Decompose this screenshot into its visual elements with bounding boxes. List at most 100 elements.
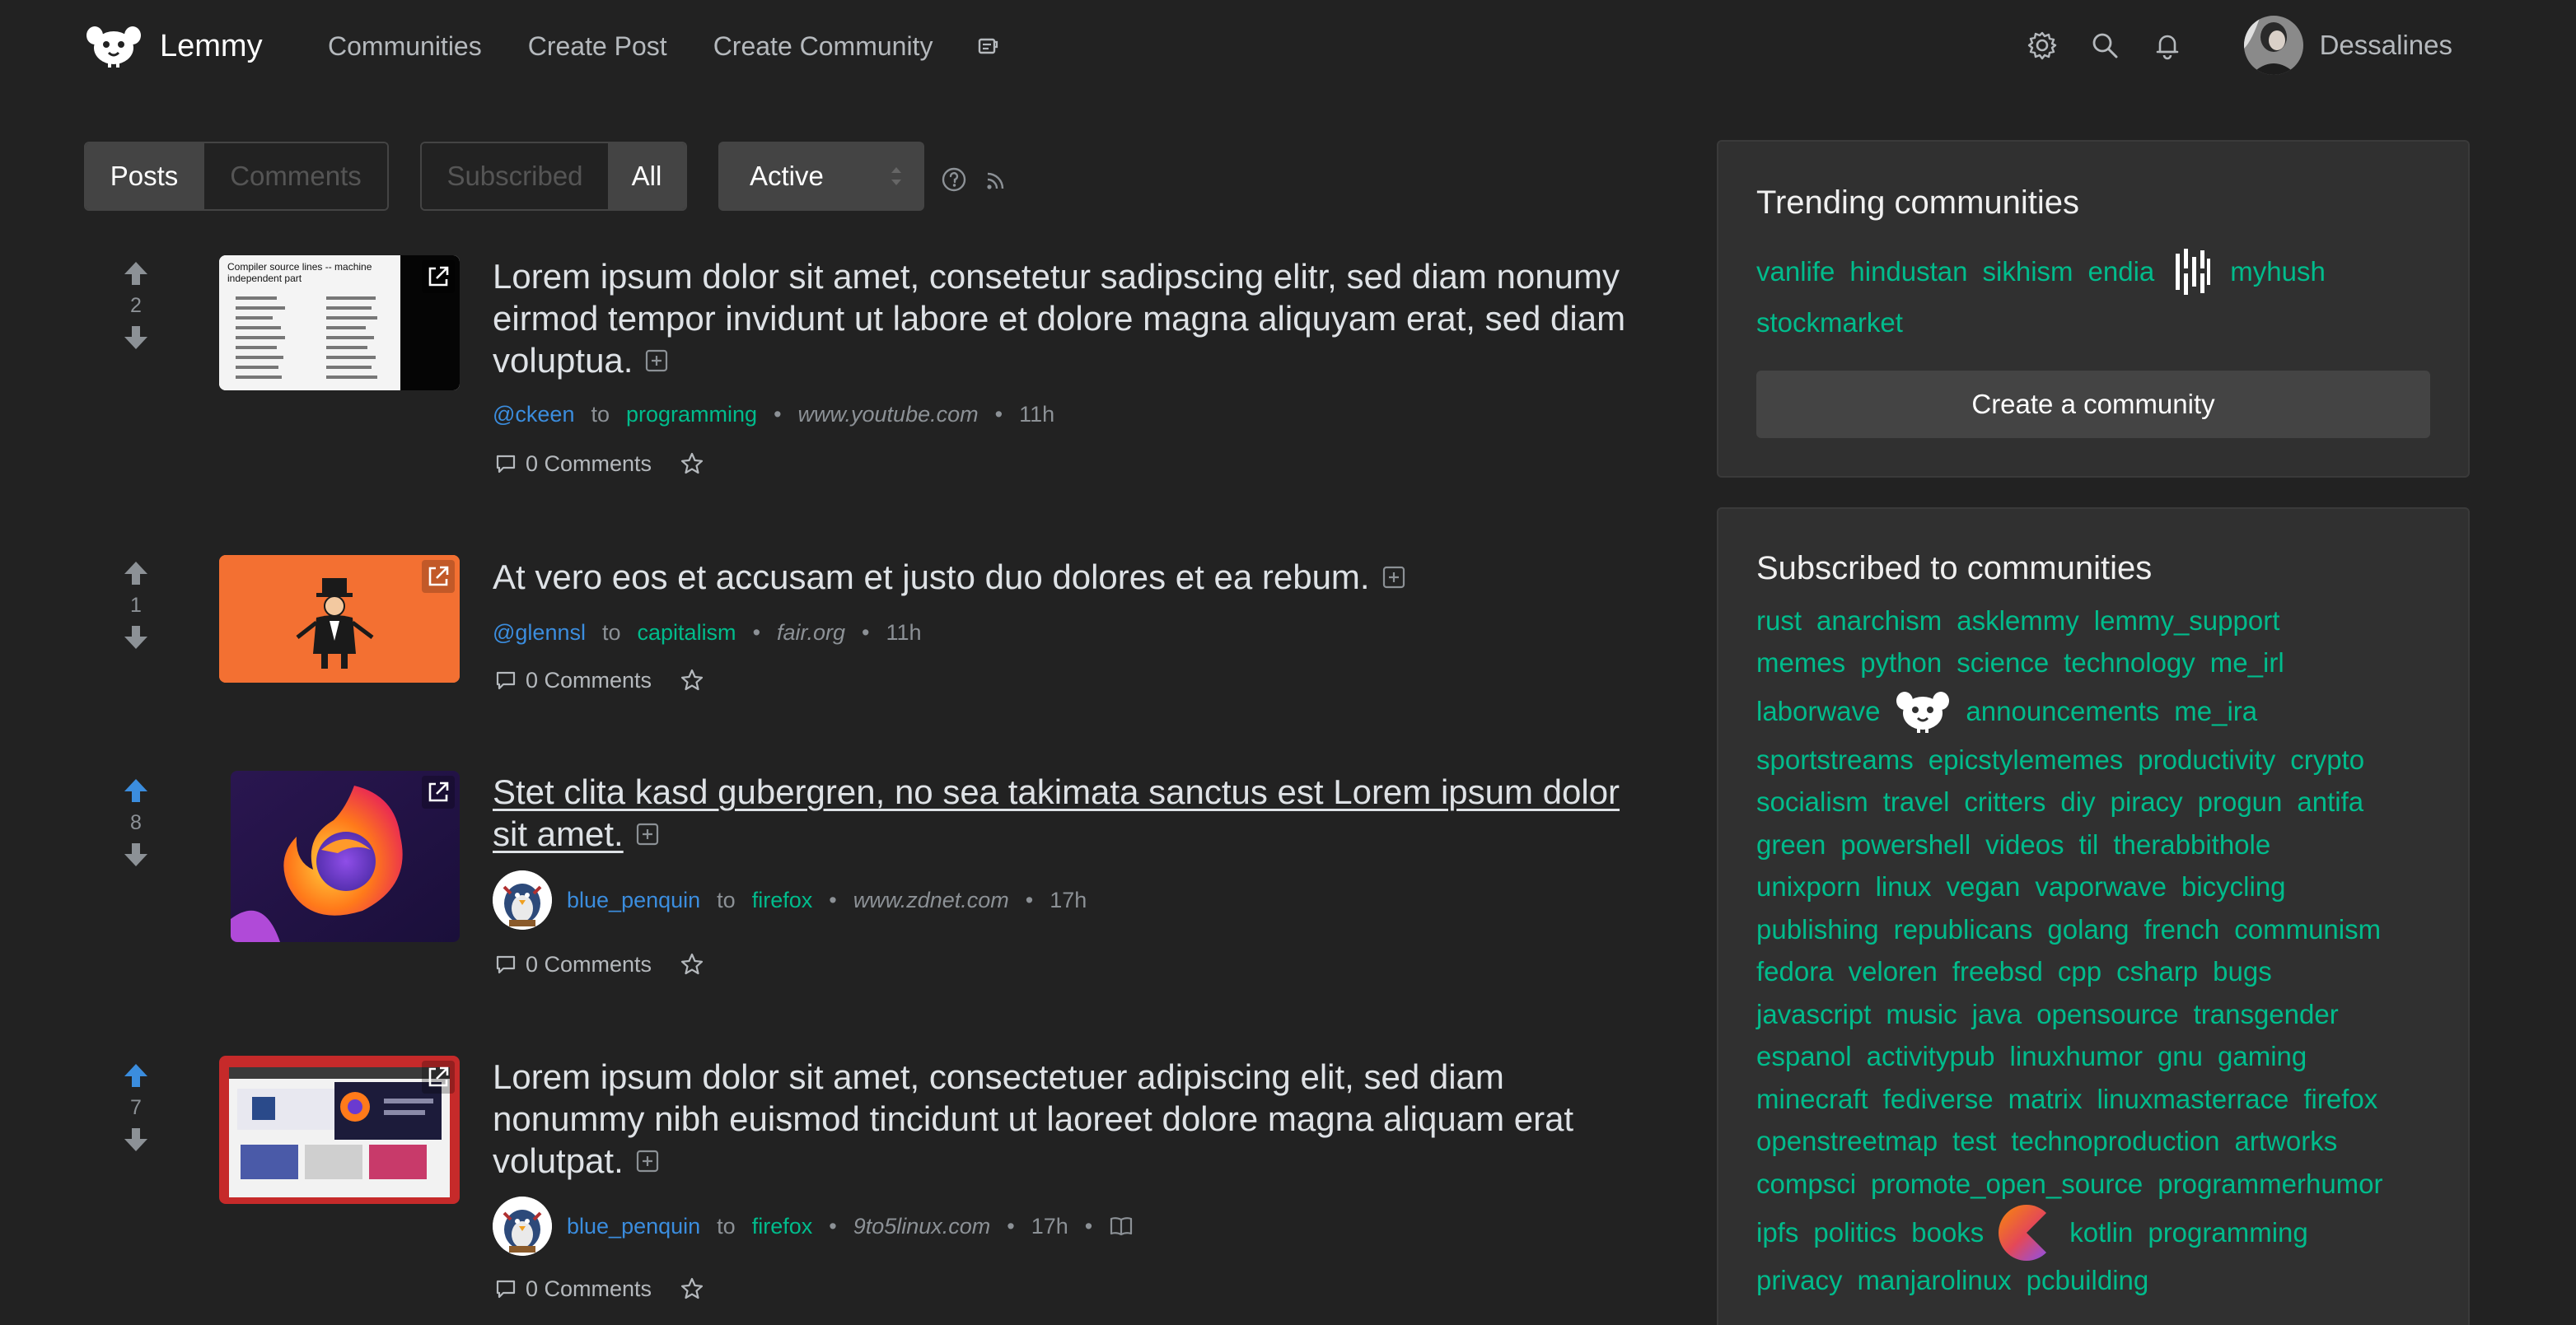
community-link[interactable]: diy (2060, 786, 2095, 818)
post-thumbnail[interactable]: Compiler source lines -- machine indepen… (219, 255, 460, 390)
author-avatar[interactable] (493, 870, 552, 930)
save-star-icon[interactable] (680, 952, 704, 977)
post-domain[interactable]: 9to5linux.com (853, 1214, 991, 1239)
community-link[interactable]: progun (2198, 786, 2283, 818)
post-domain[interactable]: fair.org (777, 620, 845, 646)
notifications-bell-icon[interactable] (2152, 30, 2183, 61)
username[interactable]: Dessalines (2320, 30, 2452, 61)
community-link[interactable]: activitypub (1867, 1041, 1995, 1072)
post-community[interactable]: firefox (752, 888, 813, 913)
sort-help-icon[interactable] (941, 166, 967, 193)
comment-icon[interactable] (494, 953, 517, 976)
community-link[interactable]: transgender (2194, 999, 2339, 1030)
post-community[interactable]: capitalism (638, 620, 736, 646)
community-link[interactable]: kotlin (2069, 1217, 2133, 1248)
post-title[interactable]: Lorem ipsum dolor sit amet, consetetur s… (493, 255, 1662, 381)
community-link[interactable]: compsci (1756, 1169, 1856, 1200)
external-link-icon[interactable] (422, 560, 455, 593)
comments-count-link[interactable]: 0 Comments (526, 1276, 652, 1302)
community-link[interactable]: promote_open_source (1871, 1169, 2143, 1200)
post-author[interactable]: blue_penquin (567, 888, 700, 913)
community-link[interactable]: videos (1985, 829, 2064, 861)
community-link[interactable]: asklemmy (1957, 605, 2079, 637)
community-link[interactable]: communism (2234, 914, 2381, 945)
community-link[interactable]: laborwave (1756, 696, 1880, 727)
save-star-icon[interactable] (680, 1276, 704, 1301)
post-thumbnail[interactable] (231, 771, 460, 942)
upvote-arrow-icon[interactable] (119, 557, 152, 590)
community-link[interactable]: privacy (1756, 1265, 1843, 1296)
post-author[interactable]: blue_penquin (567, 1214, 700, 1239)
save-star-icon[interactable] (680, 668, 704, 693)
community-link[interactable]: music (1886, 999, 1957, 1030)
community-link[interactable]: fedora (1756, 956, 1834, 987)
community-link[interactable]: antifa (2297, 786, 2363, 818)
rss-icon[interactable] (984, 170, 1007, 193)
community-link[interactable]: linuxmasterrace (2097, 1084, 2288, 1115)
expand-post-icon[interactable] (635, 1149, 660, 1173)
community-link[interactable]: til (2079, 829, 2099, 861)
community-link[interactable]: unixporn (1756, 871, 1861, 903)
community-link[interactable]: golang (2047, 914, 2129, 945)
nav-link-communities[interactable]: Communities (328, 31, 482, 62)
brand[interactable]: Lemmy (86, 25, 263, 68)
community-link[interactable]: me_irl (2210, 647, 2284, 679)
post-domain[interactable]: www.youtube.com (798, 402, 979, 427)
community-link[interactable]: espanol (1756, 1041, 1852, 1072)
community-link[interactable]: rust (1756, 605, 1802, 637)
comment-icon[interactable] (494, 1277, 517, 1300)
comments-toggle-button[interactable]: Comments (203, 143, 387, 209)
community-link[interactable]: opensource (2036, 999, 2178, 1030)
sort-select[interactable]: Active (718, 142, 924, 211)
community-link[interactable]: gaming (2218, 1041, 2307, 1072)
post-title[interactable]: At vero eos et accusam et justo duo dolo… (493, 556, 1662, 598)
nav-link-create-post[interactable]: Create Post (528, 31, 667, 62)
upvote-arrow-icon[interactable] (119, 257, 152, 290)
community-link[interactable]: therabbithole (2113, 829, 2270, 861)
community-link[interactable]: manjarolinux (1858, 1265, 2012, 1296)
myhush-community-icon[interactable] (2169, 245, 2215, 298)
expand-post-icon[interactable] (644, 348, 669, 373)
community-link[interactable]: lemmy_support (2094, 605, 2280, 637)
community-link[interactable]: csharp (2116, 956, 2198, 987)
nav-link-create-community[interactable]: Create Community (713, 31, 933, 62)
all-toggle-button[interactable]: All (608, 143, 685, 209)
post-thumbnail[interactable] (219, 555, 460, 683)
community-link[interactable]: sportstreams (1756, 744, 1914, 776)
community-link[interactable]: endia (2088, 256, 2155, 287)
community-link[interactable]: myhush (2230, 256, 2326, 287)
community-link[interactable]: politics (1813, 1217, 1896, 1248)
community-link[interactable]: javascript (1756, 999, 1871, 1030)
community-link[interactable]: productivity (2138, 744, 2275, 776)
post-community[interactable]: firefox (752, 1214, 813, 1239)
community-link[interactable]: technology (2064, 647, 2195, 679)
community-link[interactable]: crypto (2290, 744, 2364, 776)
community-link[interactable]: hindustan (1849, 256, 1967, 287)
expand-post-icon[interactable] (635, 822, 660, 847)
comment-icon[interactable] (494, 452, 517, 475)
community-link[interactable]: programming (2148, 1217, 2307, 1248)
community-link[interactable]: travel (1883, 786, 1950, 818)
kotlin-community-icon[interactable] (1999, 1201, 2055, 1264)
subscribed-toggle-button[interactable]: Subscribed (422, 143, 608, 209)
community-link[interactable]: programmerhumor (2158, 1169, 2382, 1200)
community-link[interactable]: me_ira (2174, 696, 2257, 727)
community-link[interactable]: piracy (2111, 786, 2183, 818)
community-link[interactable]: test (1952, 1126, 1996, 1157)
community-link[interactable]: veloren (1849, 956, 1938, 987)
post-thumbnail[interactable] (219, 1056, 460, 1204)
community-link[interactable]: anarchism (1816, 605, 1942, 637)
community-link[interactable]: linuxhumor (2010, 1041, 2143, 1072)
community-link[interactable]: stockmarket (1756, 307, 1903, 338)
post-title[interactable]: Lorem ipsum dolor sit amet, consectetuer… (493, 1056, 1662, 1182)
community-link[interactable]: republicans (1894, 914, 2033, 945)
community-link[interactable]: bicycling (2181, 871, 2286, 903)
downvote-arrow-icon[interactable] (119, 621, 152, 654)
post-domain[interactable]: www.zdnet.com (853, 888, 1009, 913)
community-link[interactable]: powershell (1840, 829, 1971, 861)
community-link[interactable]: minecraft (1756, 1084, 1868, 1115)
community-link[interactable]: announcements (1966, 696, 2159, 727)
community-link[interactable]: java (1972, 999, 2022, 1030)
post-title[interactable]: Stet clita kasd gubergren, no sea takima… (493, 771, 1662, 855)
community-link[interactable]: books (1911, 1217, 1984, 1248)
